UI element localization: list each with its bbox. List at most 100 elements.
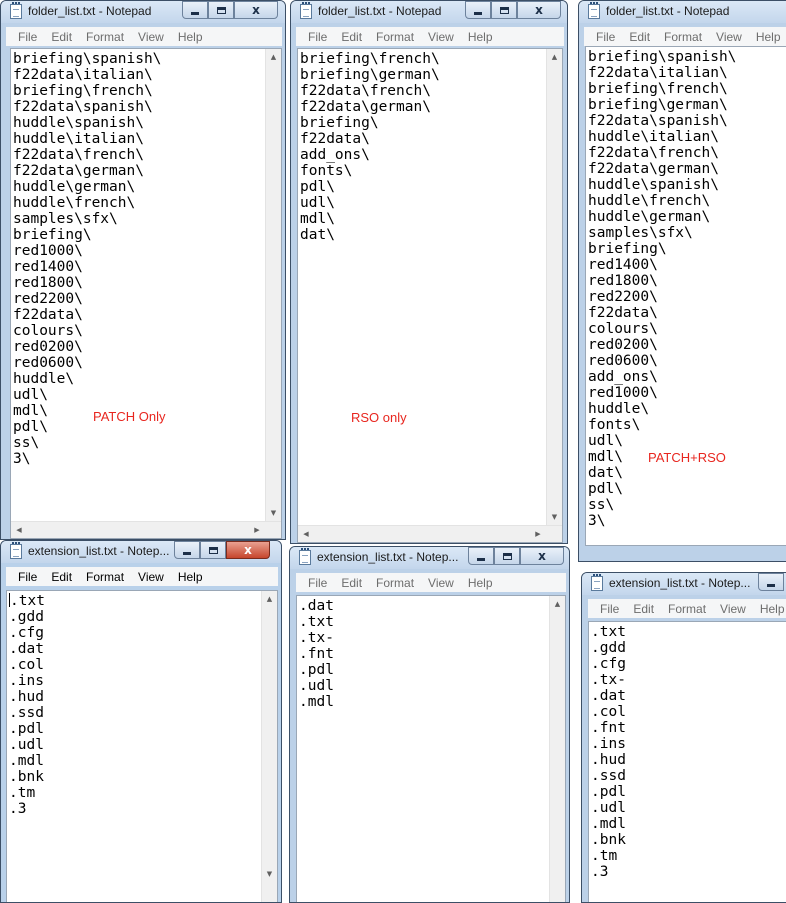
text-line: huddle\spanish\ [588, 177, 719, 193]
title-bar[interactable]: extension_list.txt - Notep... x [1, 541, 281, 563]
text-line: .fnt [591, 720, 626, 736]
vertical-scrollbar[interactable]: ▲ [549, 596, 565, 902]
scroll-right-arrow-icon[interactable]: ▶ [530, 526, 546, 542]
minimize-button[interactable] [182, 1, 208, 19]
text-content[interactable]: briefing\spanish\ f22data\italian\ briefin… [13, 51, 264, 467]
menu-format[interactable]: Format [369, 576, 421, 590]
minimize-button[interactable] [758, 573, 784, 591]
text-content[interactable]: .txt .gdd .cfg .dat .col .ins .hud .ssd .pdl .udl… [9, 593, 260, 817]
notepad-window-folder-list-patch[interactable]: folder_list.txt - Notepad x File Edit Fo… [0, 0, 286, 540]
maximize-button[interactable] [208, 1, 234, 19]
text-line: add_ons\ [588, 369, 658, 385]
menu-help[interactable]: Help [753, 602, 786, 616]
menu-file[interactable]: File [11, 570, 44, 584]
title-bar[interactable]: folder_list.txt - Notepad x [291, 1, 567, 23]
title-bar[interactable]: folder_list.txt - Notepad x [1, 1, 285, 23]
menu-format[interactable]: Format [79, 30, 131, 44]
notepad-window-folder-list-rso[interactable]: folder_list.txt - Notepad x File Edit Fo… [290, 0, 568, 544]
menu-view[interactable]: View [131, 30, 171, 44]
text-line: .udl [9, 737, 44, 753]
text-line: add_ons\ [300, 147, 370, 163]
maximize-button[interactable] [494, 547, 520, 565]
title-bar[interactable]: folder_list.txt - Notepad [579, 1, 786, 23]
vertical-scrollbar[interactable]: ▲ ▼ [265, 49, 281, 521]
menu-edit[interactable]: Edit [334, 576, 369, 590]
menu-format[interactable]: Format [79, 570, 131, 584]
menu-help[interactable]: Help [461, 30, 500, 44]
text-editor[interactable]: briefing\french\ briefing\german\ f22data\… [297, 48, 563, 543]
menu-file[interactable]: File [11, 30, 44, 44]
notepad-window-extension-list-patch-rso[interactable]: extension_list.txt - Notep... File Edit … [581, 572, 786, 903]
menu-edit[interactable]: Edit [44, 570, 79, 584]
close-button[interactable]: x [517, 1, 561, 19]
vertical-scrollbar[interactable]: ▲ ▼ [546, 49, 562, 525]
menu-file[interactable]: File [589, 30, 622, 44]
title-bar[interactable]: extension_list.txt - Notep... [582, 573, 786, 595]
menu-edit[interactable]: Edit [622, 30, 657, 44]
scroll-down-arrow-icon[interactable]: ▼ [547, 509, 562, 525]
menu-view[interactable]: View [709, 30, 749, 44]
menu-bar: File Edit Format View Help [588, 599, 786, 618]
text-editor[interactable]: briefing\spanish\ f22data\italian\ briefin… [10, 48, 282, 539]
menu-view[interactable]: View [131, 570, 171, 584]
close-button[interactable]: x [226, 541, 270, 559]
text-line: .txt [9, 593, 45, 609]
minimize-button[interactable] [468, 547, 494, 565]
text-editor[interactable]: .txt .gdd .cfg .dat .col .ins .hud .ssd .pdl .udl… [6, 590, 278, 902]
menu-file[interactable]: File [301, 576, 334, 590]
text-line: briefing\french\ [588, 81, 728, 97]
text-editor[interactable]: briefing\spanish\ f22data\italian\ briefin… [585, 46, 786, 546]
scroll-up-arrow-icon[interactable]: ▲ [266, 49, 281, 65]
scroll-left-arrow-icon[interactable]: ◀ [11, 522, 27, 538]
scroll-left-arrow-icon[interactable]: ◀ [298, 526, 314, 542]
maximize-button[interactable] [200, 541, 226, 559]
text-line: briefing\french\ [13, 83, 153, 99]
text-line: huddle\italian\ [13, 131, 144, 147]
menu-view[interactable]: View [713, 602, 753, 616]
minimize-button[interactable] [174, 541, 200, 559]
menu-edit[interactable]: Edit [626, 602, 661, 616]
text-content[interactable]: .txt .gdd .cfg .tx- .dat .col .fnt .ins .hud .ssd… [591, 624, 786, 880]
menu-view[interactable]: View [421, 576, 461, 590]
menu-view[interactable]: View [421, 30, 461, 44]
text-editor[interactable]: .dat .txt .tx- .fnt .pdl .udl .mdl ▲ [296, 595, 566, 902]
menu-edit[interactable]: Edit [334, 30, 369, 44]
scroll-down-arrow-icon[interactable]: ▼ [266, 505, 281, 521]
scroll-down-arrow-icon[interactable]: ▼ [262, 866, 277, 882]
scroll-right-arrow-icon[interactable]: ▶ [249, 522, 265, 538]
notepad-window-extension-list-rso[interactable]: extension_list.txt - Notep... x File Edi… [289, 546, 570, 903]
text-content[interactable]: .dat .txt .tx- .fnt .pdl .udl .mdl [299, 598, 548, 710]
scroll-up-arrow-icon[interactable]: ▲ [550, 596, 565, 612]
vertical-scrollbar[interactable]: ▲ ▼ [261, 591, 277, 902]
menu-format[interactable]: Format [661, 602, 713, 616]
menu-format[interactable]: Format [657, 30, 709, 44]
maximize-icon [499, 6, 509, 14]
text-content[interactable]: briefing\french\ briefing\german\ f22data\… [300, 51, 545, 243]
notepad-window-extension-list-patch[interactable]: extension_list.txt - Notep... x File Edi… [0, 540, 282, 903]
close-button[interactable]: x [520, 547, 564, 565]
text-line: briefing\french\ [300, 51, 440, 67]
menu-edit[interactable]: Edit [44, 30, 79, 44]
maximize-button[interactable] [491, 1, 517, 19]
menu-format[interactable]: Format [369, 30, 421, 44]
menu-help[interactable]: Help [171, 570, 210, 584]
notepad-window-folder-list-patch-rso[interactable]: folder_list.txt - Notepad File Edit Form… [578, 0, 786, 562]
horizontal-scrollbar[interactable]: ◀ ▶ [11, 521, 281, 538]
menu-help[interactable]: Help [171, 30, 210, 44]
minimize-button[interactable] [465, 1, 491, 19]
text-line: .hud [9, 689, 44, 705]
minimize-icon [477, 557, 485, 561]
text-line: red1400\ [588, 257, 658, 273]
menu-help[interactable]: Help [749, 30, 786, 44]
horizontal-scrollbar[interactable]: ◀ ▶ [298, 525, 562, 542]
scroll-up-arrow-icon[interactable]: ▲ [262, 591, 277, 607]
text-line: udl\ [13, 387, 48, 403]
close-button[interactable]: x [234, 1, 278, 19]
title-bar[interactable]: extension_list.txt - Notep... x [290, 547, 569, 569]
text-line: .cfg [9, 625, 44, 641]
menu-help[interactable]: Help [461, 576, 500, 590]
menu-file[interactable]: File [593, 602, 626, 616]
scroll-up-arrow-icon[interactable]: ▲ [547, 49, 562, 65]
text-editor[interactable]: .txt .gdd .cfg .tx- .dat .col .fnt .ins .hud .ssd… [588, 621, 786, 902]
menu-file[interactable]: File [301, 30, 334, 44]
